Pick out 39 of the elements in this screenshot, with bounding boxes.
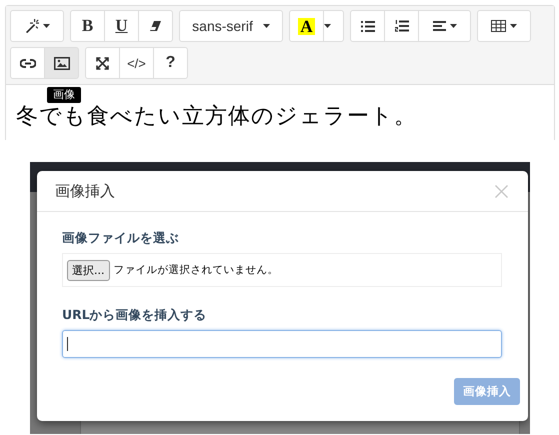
magic-wand-button[interactable] [10,10,64,42]
eraser-button[interactable] [138,10,173,42]
tooltip: 画像 [47,87,81,103]
field-label: 画像ファイルを選ぶ [62,230,180,247]
bold-button[interactable]: B [70,10,105,42]
link-icon [20,58,36,68]
caret-icon [42,24,50,28]
fullscreen-button[interactable] [85,47,120,79]
font-family-dropdown[interactable]: sans-serif [179,10,283,42]
table-icon [491,20,506,32]
caret-icon [510,24,517,28]
image-icon [54,56,70,70]
choose-file-button[interactable]: 選択... [67,260,110,280]
magic-wand-icon [24,19,38,33]
text-color-button[interactable]: A [289,10,324,42]
bullet-list-icon [360,20,374,32]
fullscreen-icon [96,56,109,70]
numbered-list-icon [394,20,408,32]
color-dropdown-button[interactable] [323,10,344,42]
caret-icon [262,24,270,28]
numbered-list-button[interactable] [384,10,419,42]
editor-text: 冬でも食べたい立方体のジェラート。 [16,104,417,130]
underline-button[interactable]: U [104,10,139,42]
align-dropdown[interactable] [418,10,471,42]
link-button[interactable] [10,47,45,79]
caret-icon [324,24,331,28]
dialog-title: 画像挿入 [55,182,115,200]
align-left-icon [432,21,446,31]
field-label: URLから画像を挿入する [62,307,208,324]
bullet-list-button[interactable] [350,10,385,42]
file-input[interactable]: 選択... ファイルが選択されていません。 [62,253,502,287]
eraser-icon [149,20,162,32]
table-dropdown[interactable] [477,10,531,42]
url-input-field[interactable] [62,330,502,358]
image-button[interactable] [44,47,79,79]
caret-icon [450,24,456,28]
code-view-button[interactable]: </> [119,47,154,79]
file-status: ファイルが選択されていません。 [114,263,278,277]
help-button[interactable]: ? [153,47,188,79]
